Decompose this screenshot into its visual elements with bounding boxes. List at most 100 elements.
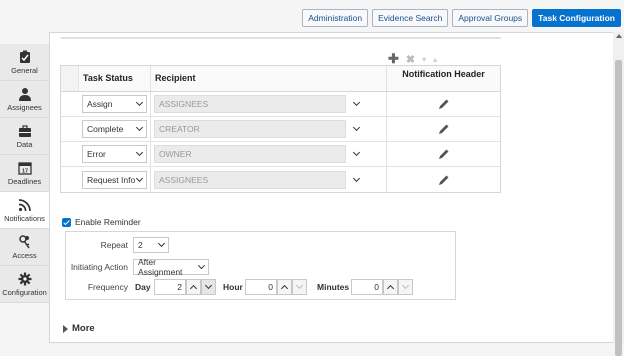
scroll-up-arrow-icon[interactable]	[616, 34, 622, 38]
column-header-notification-header[interactable]: Notification Header	[387, 66, 500, 91]
reminder-settings: Repeat 2 Initiating Action After Assignm…	[65, 231, 456, 300]
minutes-decrement-button[interactable]	[398, 279, 413, 295]
task-status-value: Assign	[87, 99, 113, 109]
delete-icon[interactable]: ✖	[406, 53, 415, 66]
enable-reminder-checkbox[interactable]	[62, 217, 71, 227]
day-label: Day	[135, 282, 151, 292]
day-increment-button[interactable]	[186, 279, 201, 295]
chevron-down-icon	[135, 148, 144, 157]
more-label: More	[72, 323, 95, 334]
hour-input[interactable]: 0	[245, 279, 277, 295]
chevron-down-icon	[135, 98, 144, 107]
scrollbar-thumb[interactable]	[615, 60, 622, 356]
gear-icon	[18, 272, 31, 285]
tab-approval-groups[interactable]: Approval Groups	[452, 9, 529, 27]
sidebar-item-data[interactable]: Data	[0, 118, 49, 155]
minutes-input[interactable]: 0	[351, 279, 383, 295]
sidebar-item-configuration[interactable]: Configuration	[0, 266, 49, 303]
chevron-down-icon	[204, 281, 213, 290]
keys-icon	[18, 234, 30, 248]
table-row[interactable]: Request Info ASSIGNEES	[61, 167, 500, 192]
enable-reminder[interactable]: Enable Reminder	[62, 217, 141, 227]
task-status-select[interactable]: Error	[82, 145, 147, 163]
chevron-down-icon	[135, 123, 144, 132]
sidebar-item-label: Assignees	[7, 102, 42, 112]
caret-right-icon	[63, 324, 68, 333]
chevron-up-icon	[189, 284, 198, 293]
initiating-action-label: Initiating Action	[70, 262, 128, 272]
initiating-action-value: After Assignment	[138, 257, 183, 277]
pencil-icon[interactable]	[438, 174, 450, 186]
chevron-down-icon[interactable]	[352, 174, 361, 182]
task-status-value: Complete	[87, 124, 124, 134]
pencil-icon[interactable]	[438, 123, 450, 135]
briefcase-icon	[18, 124, 31, 137]
recipient-field[interactable]: ASSIGNEES	[154, 170, 346, 189]
recipient-field[interactable]: OWNER	[154, 145, 346, 163]
pencil-icon[interactable]	[438, 148, 450, 160]
minutes-increment-button[interactable]	[383, 279, 398, 295]
sidebar-item-assignees[interactable]: Assignees	[0, 81, 49, 118]
move-up-icon[interactable]: ▴	[433, 55, 437, 64]
minutes-label: Minutes	[317, 282, 350, 292]
calendar-icon: 17	[17, 161, 32, 175]
enable-reminder-label: Enable Reminder	[75, 217, 141, 227]
tab-evidence-search[interactable]: Evidence Search	[372, 9, 449, 27]
move-down-icon[interactable]: ▾	[422, 55, 426, 64]
chevron-down-icon	[295, 281, 304, 290]
tab-administration[interactable]: Administration	[302, 9, 369, 27]
sidebar-item-label: Notifications	[4, 213, 45, 223]
task-status-select[interactable]: Complete	[82, 120, 147, 138]
sidebar: General Assignees Data 17 Deadlines Noti…	[0, 44, 49, 303]
hour-increment-button[interactable]	[277, 279, 292, 295]
task-status-value: Error	[87, 149, 106, 159]
person-icon	[18, 87, 31, 101]
sidebar-item-notifications[interactable]: Notifications	[0, 192, 49, 229]
table-row[interactable]: Complete CREATOR	[61, 117, 500, 142]
notifications-panel: ✚ ✖ ▾ ▴ Task Status Recipient Notificati…	[49, 32, 614, 343]
table-row[interactable]: Assign ASSIGNEES	[61, 92, 500, 117]
sidebar-item-general[interactable]: General	[0, 44, 49, 81]
svg-text:17: 17	[21, 168, 27, 174]
frequency-label: Frequency	[87, 282, 128, 292]
tab-task-configuration[interactable]: Task Configuration	[532, 9, 621, 27]
chevron-down-icon	[401, 281, 410, 290]
repeat-value: 2	[138, 240, 143, 250]
clipboard-check-icon	[19, 50, 30, 63]
top-navigation: Administration Evidence Search Approval …	[302, 9, 621, 27]
sidebar-item-access[interactable]: Access	[0, 229, 49, 266]
notifications-table: Task Status Recipient Notification Heade…	[60, 65, 501, 193]
sidebar-item-label: Data	[16, 139, 33, 149]
recipient-field[interactable]: ASSIGNEES	[154, 95, 346, 113]
chevron-up-icon	[280, 284, 289, 293]
chevron-down-icon[interactable]	[352, 98, 361, 107]
task-status-select[interactable]: Assign	[82, 95, 147, 113]
sidebar-item-label: Configuration	[2, 287, 47, 297]
repeat-label: Repeat	[100, 240, 128, 250]
sidebar-item-deadlines[interactable]: 17 Deadlines	[0, 155, 49, 192]
repeat-select[interactable]: 2	[133, 237, 169, 253]
panel-divider	[61, 37, 501, 39]
column-header-recipient[interactable]: Recipient	[151, 66, 387, 91]
chevron-down-icon[interactable]	[352, 148, 361, 157]
initiating-action-select[interactable]: After Assignment	[133, 257, 209, 277]
column-header-task-status[interactable]: Task Status	[79, 66, 151, 91]
chevron-down-icon[interactable]	[352, 123, 361, 132]
chevron-down-icon	[198, 262, 206, 269]
task-status-value: Request Info	[87, 174, 136, 185]
table-row[interactable]: Error OWNER	[61, 142, 500, 167]
chevron-down-icon	[135, 174, 144, 182]
sidebar-item-label: General	[11, 65, 38, 75]
rss-icon	[18, 198, 31, 211]
day-decrement-button[interactable]	[201, 279, 216, 295]
more-section-toggle[interactable]: More	[63, 323, 95, 334]
row-selector-header	[61, 66, 79, 91]
task-status-select[interactable]: Request Info	[82, 170, 147, 189]
chevron-up-icon	[386, 284, 395, 293]
pencil-icon[interactable]	[438, 98, 450, 110]
vertical-scrollbar[interactable]	[613, 32, 624, 356]
sidebar-item-label: Access	[12, 250, 37, 260]
day-input[interactable]: 2	[154, 279, 186, 295]
hour-decrement-button[interactable]	[292, 279, 307, 295]
recipient-field[interactable]: CREATOR	[154, 120, 346, 138]
